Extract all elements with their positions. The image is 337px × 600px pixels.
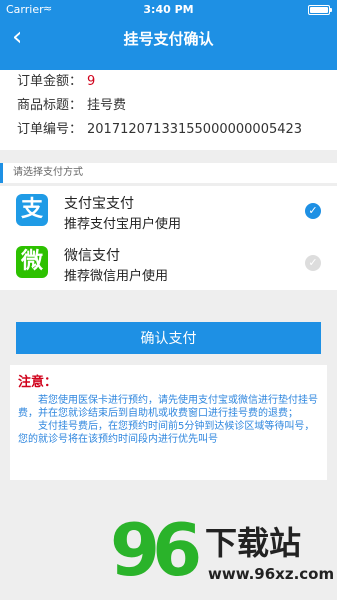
order-number-label: 订单编号： xyxy=(17,122,83,137)
notice-title: 注意： xyxy=(18,375,58,390)
payment-desc: 推荐支付宝用户使用 xyxy=(64,217,182,232)
page-title: 挂号支付确认 xyxy=(123,30,214,48)
amount-value: 9 xyxy=(87,74,96,89)
notice-paragraph: 支付挂号费后，在您预约时间前5分钟到达候诊区域等待叫号，您的就诊号将在该预约时间… xyxy=(18,421,315,445)
payment-list: 支 支付宝支付 推荐支付宝用户使用 ✓ 微 微信支付 推荐微信用户使用 ✓ xyxy=(0,186,337,290)
check-selected-icon[interactable]: ✓ xyxy=(305,203,321,219)
header: Carrier ≈ 3:40 PM ‹ 挂号支付确认 xyxy=(0,0,337,70)
amount-label: 订单金额： xyxy=(17,74,83,89)
section-title: 请选择支付方式 xyxy=(0,163,337,183)
battery-fill xyxy=(310,7,328,13)
status-bar: Carrier ≈ 3:40 PM xyxy=(0,0,337,20)
order-number-value: 20171207133155000000005423 xyxy=(87,122,303,137)
wechat-icon: 微 xyxy=(16,246,48,278)
notice-box: 注意： 若您使用医保卡进行预约，请先使用支付宝或微信进行垫付挂号费，并在您就诊结… xyxy=(10,365,327,480)
product-row: 商品标题： 挂号费 xyxy=(17,94,126,113)
watermark-number: 96 xyxy=(110,508,202,592)
payment-desc: 推荐微信用户使用 xyxy=(64,269,169,284)
payment-option-alipay[interactable]: 支 支付宝支付 推荐支付宝用户使用 ✓ xyxy=(0,186,337,238)
clock: 3:40 PM xyxy=(143,3,194,16)
watermark-url: www.96xz.com xyxy=(208,565,335,583)
product-label: 商品标题： xyxy=(17,98,83,113)
payment-name: 支付宝支付 xyxy=(64,196,134,212)
navigation-bar: ‹ 挂号支付确认 xyxy=(0,20,337,60)
payment-option-wechat[interactable]: 微 微信支付 推荐微信用户使用 ✓ xyxy=(0,238,337,290)
order-number-row: 订单编号： 20171207133155000000005423 xyxy=(17,118,302,137)
check-unselected-icon[interactable]: ✓ xyxy=(305,255,321,271)
order-info: 订单金额： 9 商品标题： 挂号费 订单编号： 2017120713315500000… xyxy=(0,70,337,150)
product-value: 挂号费 xyxy=(87,98,127,113)
watermark-text: 下载站 xyxy=(205,524,302,562)
notice-paragraph: 若您使用医保卡进行预约，请先使用支付宝或微信进行垫付挂号费，并在您就诊结束后到自… xyxy=(18,395,318,419)
amount-row: 订单金额： 9 xyxy=(17,70,95,89)
watermark-logo: 96 下载站 www.96xz.com xyxy=(110,510,337,600)
payment-name: 微信支付 xyxy=(64,248,120,264)
battery-icon xyxy=(308,5,332,15)
alipay-icon: 支 xyxy=(16,194,48,226)
confirm-pay-button[interactable]: 确认支付 xyxy=(16,322,321,354)
